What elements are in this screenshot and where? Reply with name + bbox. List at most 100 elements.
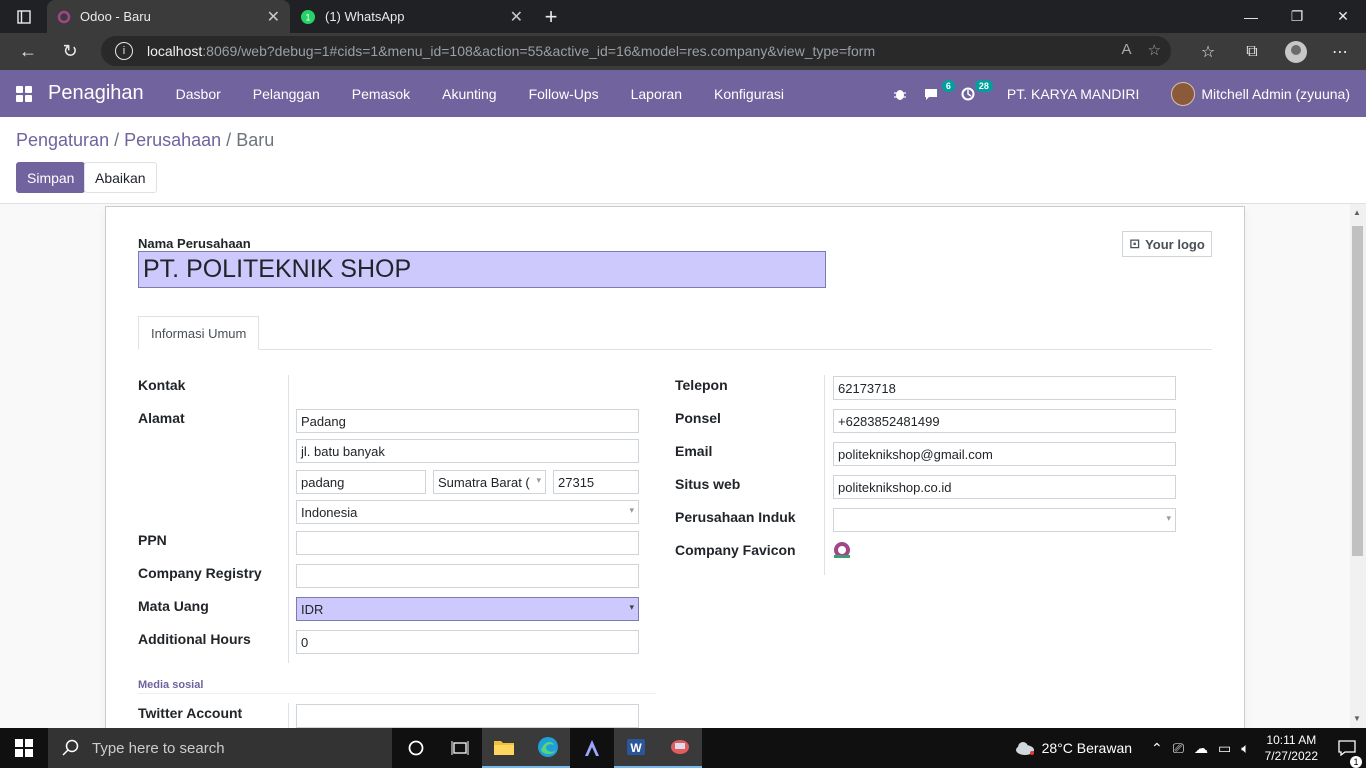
menu-akunting[interactable]: Akunting — [426, 70, 512, 117]
network-device-icon[interactable]: ⎚ — [1168, 740, 1189, 757]
battery-icon[interactable]: ▭ — [1213, 740, 1236, 757]
file-explorer-icon[interactable] — [482, 728, 526, 768]
menu-dasbor[interactable]: Dasbor — [160, 70, 237, 117]
currency-select[interactable]: IDR — [296, 597, 639, 621]
email-input[interactable]: politeknikshop@gmail.com — [833, 442, 1176, 466]
phone-label: Telepon — [675, 377, 728, 393]
hours-input[interactable]: 0 — [296, 630, 639, 654]
menu-pemasok[interactable]: Pemasok — [336, 70, 426, 117]
parent-company-label: Perusahaan Induk — [675, 509, 796, 525]
windows-taskbar: Type here to search W 28°C Berawan ⌃ ⎚ ☁… — [0, 728, 1366, 768]
close-window-icon[interactable]: ✕ — [1320, 0, 1366, 33]
vat-label: PPN — [138, 532, 167, 548]
windows-logo-icon — [15, 739, 33, 757]
menu-konfigurasi[interactable]: Konfigurasi — [698, 70, 800, 117]
zip-input[interactable]: 27315 — [553, 470, 639, 494]
activities-badge: 28 — [974, 80, 993, 92]
refresh-icon[interactable]: ↻ — [49, 33, 91, 70]
profile-icon[interactable] — [1274, 33, 1318, 70]
activities-icon[interactable]: 28 — [953, 70, 993, 117]
weather-widget[interactable]: 28°C Berawan — [1009, 740, 1137, 756]
taskbar-search[interactable]: Type here to search — [48, 728, 392, 768]
clock-date: 7/27/2022 — [1264, 749, 1318, 763]
street-input[interactable]: Padang — [296, 409, 639, 433]
breadcrumb-perusahaan[interactable]: Perusahaan — [124, 130, 221, 151]
company-switcher[interactable]: PT. KARYA MANDIRI — [991, 86, 1156, 102]
menu-pelanggan[interactable]: Pelanggan — [237, 70, 336, 117]
website-input[interactable]: politeknikshop.co.id — [833, 475, 1176, 499]
company-name-input[interactable]: PT. POLITEKNIK SHOP — [138, 251, 826, 288]
new-tab-button[interactable]: + — [533, 0, 569, 33]
more-options-icon[interactable]: ⋯ — [1318, 33, 1362, 70]
app-icon[interactable] — [570, 728, 614, 768]
info-icon[interactable]: i — [115, 42, 133, 60]
parent-company-select[interactable] — [833, 508, 1176, 532]
favorites-icon[interactable]: ☆ — [1186, 33, 1230, 70]
state-select[interactable]: Sumatra Barat ( — [433, 470, 546, 494]
apps-menu-icon[interactable] — [16, 85, 32, 102]
close-icon[interactable]: ✕ — [267, 7, 280, 27]
twitter-input[interactable] — [296, 704, 639, 728]
task-view-icon[interactable] — [438, 728, 482, 768]
divider — [288, 375, 289, 663]
logo-label: Your logo — [1145, 236, 1205, 252]
minimize-icon[interactable]: — — [1228, 0, 1274, 33]
discard-button[interactable]: Abaikan — [84, 162, 157, 193]
mobile-label: Ponsel — [675, 410, 721, 426]
street2-input[interactable]: jl. batu banyak — [296, 439, 639, 463]
collections-icon[interactable]: ⧉ — [1230, 33, 1274, 70]
save-button[interactable]: Simpan — [16, 162, 86, 193]
app-brand[interactable]: Penagihan — [48, 82, 144, 105]
close-icon[interactable]: ✕ — [510, 7, 523, 27]
tab-informasi-umum[interactable]: Informasi Umum — [138, 316, 260, 350]
read-aloud-icon[interactable]: A — [1122, 41, 1132, 59]
system-tray: 28°C Berawan ⌃ ⎚ ☁ ▭ 🔈︎ 10:11 AM 7/27/20… — [1009, 728, 1366, 768]
browser-tab-strip: Odoo - Baru ✕ 1 (1) WhatsApp ✕ + — ❐ ✕ — [0, 0, 1366, 33]
scroll-thumb[interactable] — [1352, 226, 1363, 556]
scrollbar[interactable]: ▲ ▼ — [1350, 204, 1366, 728]
search-icon — [62, 739, 79, 756]
clock[interactable]: 10:11 AM 7/27/2022 — [1255, 732, 1328, 764]
breadcrumb-current: Baru — [236, 130, 275, 150]
country-select[interactable]: Indonesia — [296, 500, 639, 524]
tab-actions-icon[interactable] — [0, 0, 47, 33]
onedrive-icon[interactable]: ☁ — [1189, 740, 1213, 757]
mobile-input[interactable]: +6283852481499 — [833, 409, 1176, 433]
url-host: localhost — [147, 43, 203, 59]
restore-icon[interactable]: ❐ — [1274, 0, 1320, 33]
registry-input[interactable] — [296, 564, 639, 588]
window-controls: — ❐ ✕ — [1228, 0, 1366, 33]
browser-tab-whatsapp[interactable]: 1 (1) WhatsApp ✕ — [290, 0, 533, 33]
breadcrumb-pengaturan[interactable]: Pengaturan — [16, 130, 109, 151]
phone-input[interactable]: 62173718 — [833, 376, 1176, 400]
whatsapp-icon: 1 — [301, 9, 315, 24]
chevron-up-icon[interactable]: ⌃ — [1137, 740, 1168, 757]
word-icon[interactable]: W — [614, 728, 658, 768]
remote-desktop-icon[interactable] — [658, 728, 702, 768]
messages-icon[interactable]: 6 — [915, 70, 955, 117]
user-menu[interactable]: Mitchell Admin (zyuuna) — [1155, 81, 1366, 106]
menu-laporan[interactable]: Laporan — [615, 70, 698, 117]
control-panel: Pengaturan / Perusahaan / Baru Simpan Ab… — [0, 117, 1366, 204]
edge-browser-icon[interactable] — [526, 728, 570, 768]
vat-input[interactable] — [296, 531, 639, 555]
back-icon[interactable]: ← — [7, 33, 49, 70]
avatar — [1171, 81, 1196, 106]
form-sheet: Nama Perusahaan PT. POLITEKNIK SHOP ⊡ Yo… — [105, 206, 1245, 728]
address-bar[interactable]: i localhost:8069/web?debug=1#cids=1&menu… — [101, 36, 1171, 66]
city-input[interactable]: padang — [296, 470, 426, 494]
add-favorite-icon[interactable]: ☆ — [1148, 41, 1161, 59]
twitter-label: Twitter Account — [138, 705, 243, 721]
notification-center-icon[interactable]: 1 — [1328, 740, 1366, 768]
scroll-up-icon[interactable]: ▲ — [1353, 208, 1361, 217]
browser-tab-odoo[interactable]: Odoo - Baru ✕ — [47, 0, 290, 33]
start-button[interactable] — [0, 728, 48, 768]
notification-badge: 1 — [1350, 756, 1362, 768]
logo-upload-button[interactable]: ⊡ Your logo — [1122, 231, 1212, 257]
menu-follow-ups[interactable]: Follow-Ups — [513, 70, 615, 117]
scroll-down-icon[interactable]: ▼ — [1353, 714, 1361, 723]
volume-icon[interactable]: 🔈︎ — [1236, 740, 1254, 757]
cortana-icon[interactable] — [394, 728, 438, 768]
debug-icon[interactable] — [885, 70, 915, 117]
tab-title: (1) WhatsApp — [325, 9, 405, 24]
